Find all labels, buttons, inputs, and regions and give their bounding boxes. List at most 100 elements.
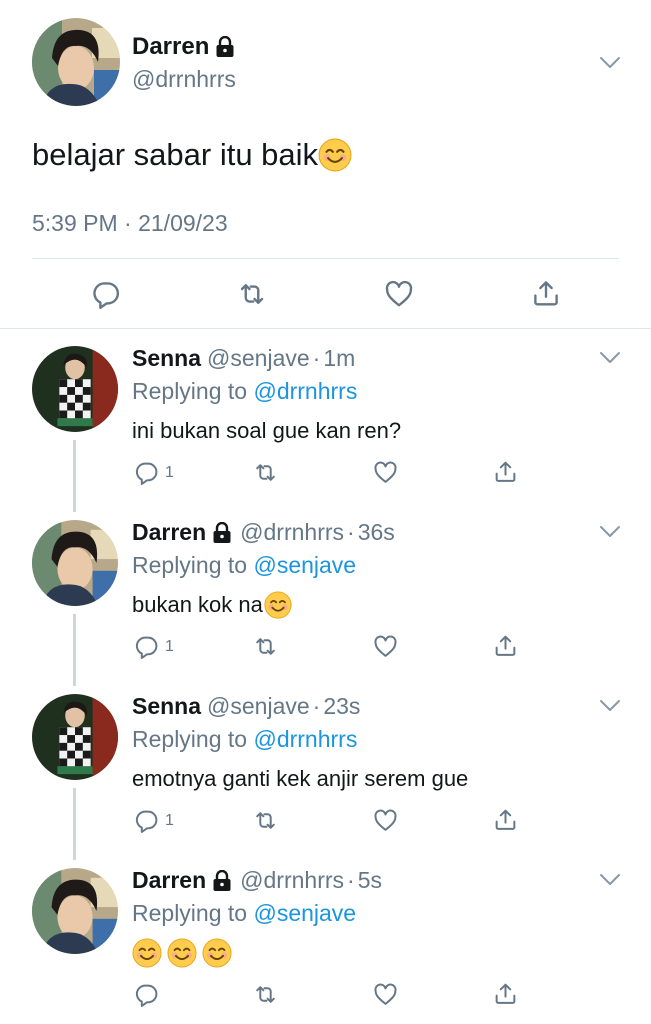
retweet-button[interactable]: [253, 634, 278, 659]
reply-button[interactable]: [134, 982, 159, 1007]
reply-avatar[interactable]: [32, 694, 118, 780]
reply-button[interactable]: 1: [134, 460, 174, 485]
reply-author-name[interactable]: Senna: [132, 693, 201, 720]
thread-line: [73, 788, 76, 860]
replying-to: Replying to @drrnhrrs: [132, 726, 357, 753]
retweet-button[interactable]: [253, 460, 278, 485]
share-icon: [493, 459, 518, 484]
like-icon: [373, 808, 398, 833]
reply-avatar[interactable]: [32, 520, 118, 606]
author-avatar[interactable]: [32, 18, 120, 106]
reply-text-content: emotnya ganti kek anjir serem gue: [132, 766, 469, 791]
reply-header: Darren @drrnhrrs · 5s: [132, 867, 382, 894]
reply-handle[interactable]: @senjave: [207, 693, 310, 720]
like-button[interactable]: [373, 808, 398, 833]
reply-time[interactable]: 23s: [323, 693, 360, 720]
reply-author-name[interactable]: Darren: [132, 519, 206, 546]
chevron-down-icon[interactable]: [599, 525, 621, 539]
reply-author-name[interactable]: Darren: [132, 867, 206, 894]
replying-to: Replying to @drrnhrrs: [132, 378, 357, 405]
retweet-icon: [253, 808, 278, 833]
share-icon: [493, 633, 518, 658]
like-button[interactable]: [373, 634, 398, 659]
like-icon: [373, 460, 398, 485]
reply-icon: [134, 982, 159, 1007]
separator: ·: [347, 867, 355, 893]
tweet-timestamp[interactable]: 5:39 PM · 21/09/23: [32, 210, 228, 237]
like-icon: [373, 982, 398, 1007]
like-icon: [384, 279, 414, 309]
replying-to-link[interactable]: @senjave: [253, 552, 356, 578]
reply-handle[interactable]: @drrnhrrs: [240, 867, 344, 894]
share-button[interactable]: [493, 981, 518, 1006]
retweet-icon: [253, 634, 278, 659]
reply-author-name[interactable]: Senna: [132, 345, 201, 372]
like-button[interactable]: [373, 982, 398, 1007]
reply-icon: [134, 634, 159, 659]
chevron-down-icon[interactable]: [599, 873, 621, 887]
reply-icon: [91, 279, 121, 309]
author-name[interactable]: Darren: [132, 33, 235, 61]
retweet-icon: [237, 279, 267, 309]
like-button[interactable]: [373, 460, 398, 485]
share-button[interactable]: [493, 633, 518, 658]
like-icon: [373, 634, 398, 659]
smiling-face-emoji: [202, 938, 232, 968]
share-button[interactable]: [493, 807, 518, 832]
replying-to-link[interactable]: @drrnhrrs: [253, 726, 357, 752]
reply-header: Senna @senjave · 1m: [132, 345, 355, 372]
reply-count: 1: [165, 637, 174, 655]
reply-header: Darren @drrnhrrs · 36s: [132, 519, 395, 546]
retweet-icon: [253, 982, 278, 1007]
smiling-face-emoji: [167, 938, 197, 968]
smiling-face-emoji: [132, 938, 162, 968]
reply-handle[interactable]: @senjave: [207, 345, 310, 372]
reply-count: 1: [165, 463, 174, 481]
reply-handle[interactable]: @drrnhrrs: [240, 519, 344, 546]
reply-icon: [134, 460, 159, 485]
reply-header: Senna @senjave · 23s: [132, 693, 360, 720]
chevron-down-icon[interactable]: [599, 56, 621, 70]
replying-to-label: Replying to: [132, 552, 248, 578]
share-button[interactable]: [493, 459, 518, 484]
reply-avatar[interactable]: [32, 868, 118, 954]
thread-line: [73, 440, 76, 512]
reply-button[interactable]: 1: [134, 634, 174, 659]
reply-count: 1: [165, 811, 174, 829]
reply-avatar[interactable]: [32, 346, 118, 432]
like-button[interactable]: [384, 279, 414, 309]
reply-text-content: ini bukan soal gue kan ren?: [132, 418, 402, 443]
retweet-button[interactable]: [253, 982, 278, 1007]
reply-button[interactable]: 1: [134, 808, 174, 833]
reply-text: bukan kok na: [132, 591, 292, 619]
retweet-icon: [253, 460, 278, 485]
lock-icon: [212, 870, 232, 892]
smiling-face-emoji: [264, 591, 292, 619]
share-icon: [531, 278, 561, 308]
replying-to-link[interactable]: @senjave: [253, 900, 356, 926]
replying-to-link[interactable]: @drrnhrrs: [253, 378, 357, 404]
author-handle[interactable]: @drrnhrrs: [132, 66, 236, 93]
reply-icon: [134, 808, 159, 833]
retweet-button[interactable]: [237, 279, 267, 309]
reply-text-content: bukan kok na: [132, 592, 263, 617]
replying-to-label: Replying to: [132, 726, 248, 752]
smiling-face-emoji: [318, 138, 352, 172]
replying-to-label: Replying to: [132, 900, 248, 926]
share-icon: [493, 807, 518, 832]
reply-text: emotnya ganti kek anjir serem gue: [132, 766, 468, 792]
share-button[interactable]: [531, 278, 561, 308]
author-display-name: Darren: [132, 33, 210, 60]
separator: ·: [347, 519, 355, 545]
reply-time[interactable]: 5s: [358, 867, 382, 894]
reply-time[interactable]: 36s: [358, 519, 395, 546]
reply-text: [132, 938, 232, 968]
tweet-text: belajar sabar itu baik: [32, 137, 352, 173]
chevron-down-icon[interactable]: [599, 699, 621, 713]
divider: [0, 328, 651, 329]
retweet-button[interactable]: [253, 808, 278, 833]
reply-time[interactable]: 1m: [323, 345, 355, 372]
replying-to: Replying to @senjave: [132, 900, 356, 927]
reply-button[interactable]: [91, 279, 121, 309]
chevron-down-icon[interactable]: [599, 351, 621, 365]
